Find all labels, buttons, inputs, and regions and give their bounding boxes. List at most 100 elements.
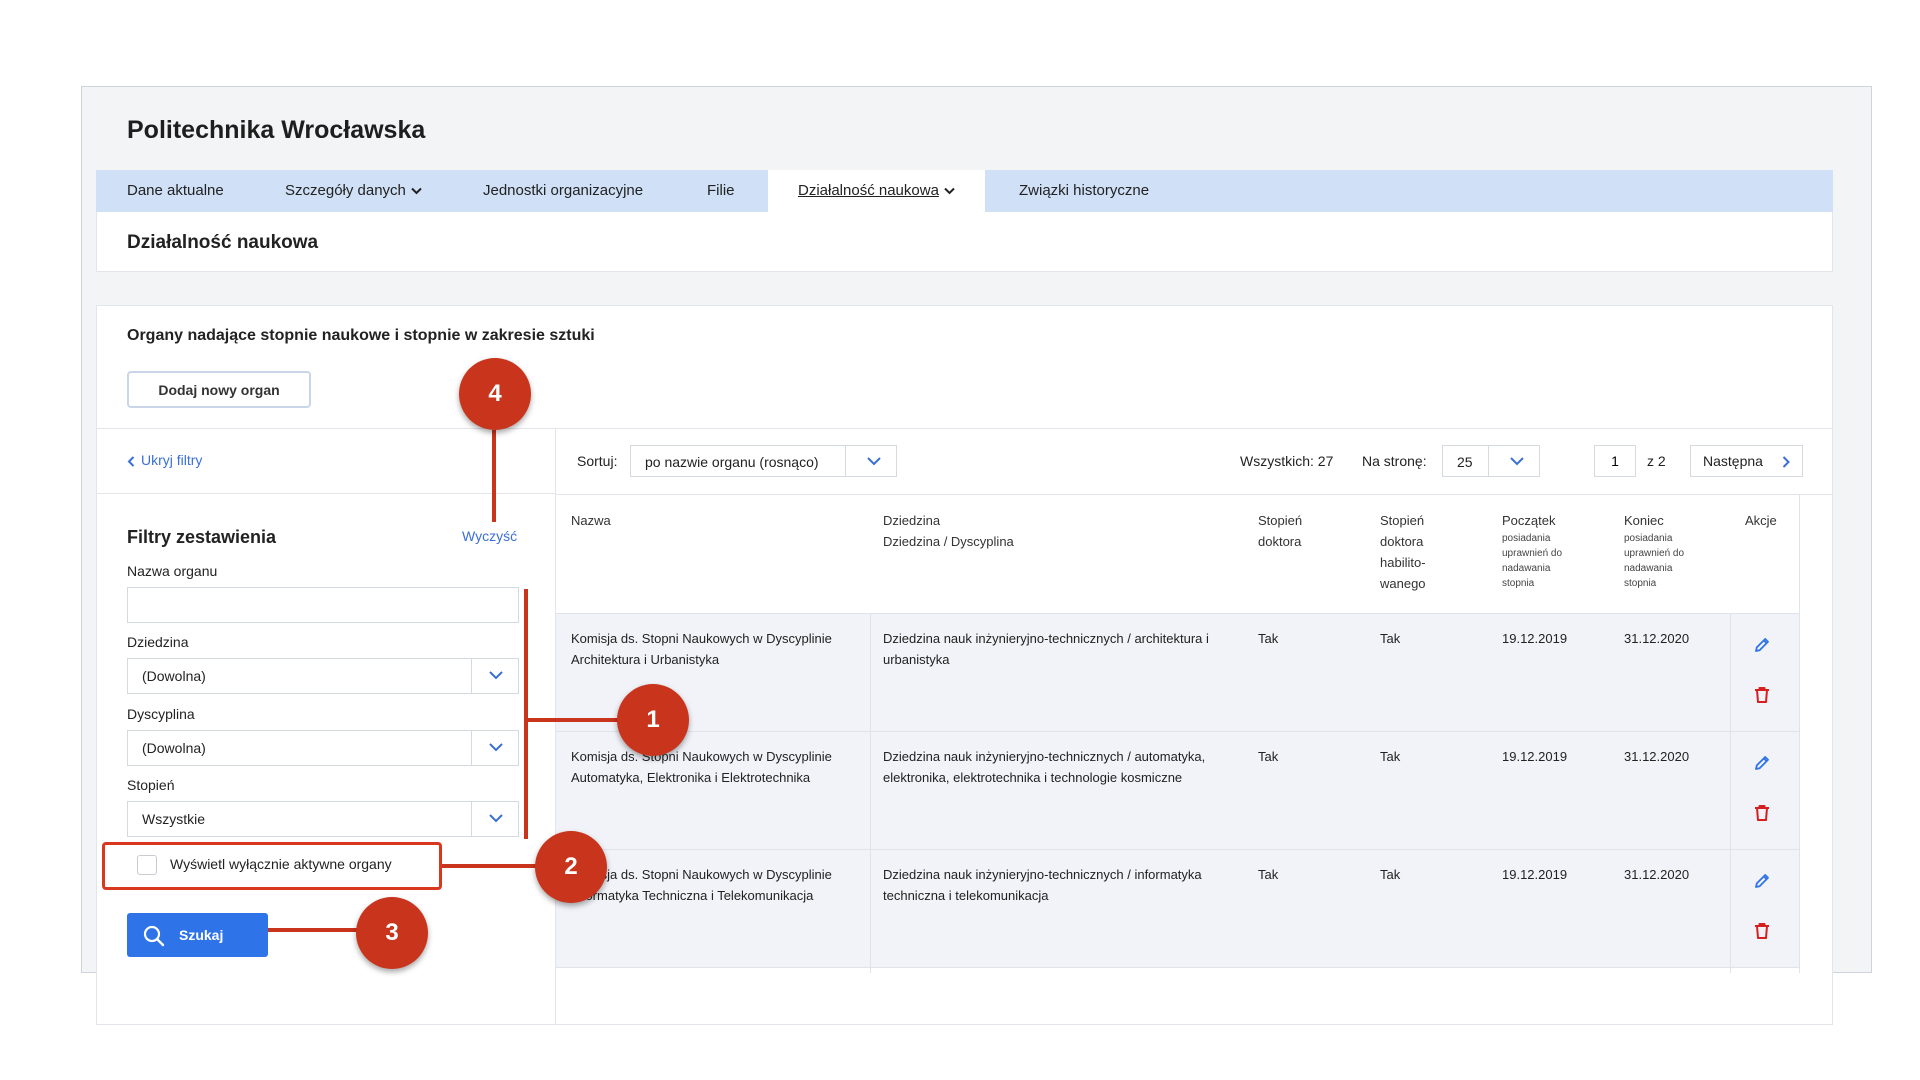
chevron-right-icon <box>1782 456 1790 468</box>
cell-end: 31.12.2020 <box>1624 867 1690 882</box>
hide-filters-link[interactable]: Ukryj filtry <box>127 452 202 468</box>
tab-zwiazki-historyczne[interactable]: Związki historyczne <box>1019 170 1149 212</box>
domain-select-value: (Dowolna) <box>142 668 206 684</box>
organ-name-input[interactable] <box>127 587 519 623</box>
delete-icon[interactable] <box>1753 804 1771 822</box>
degree-select[interactable]: Wszystkie <box>127 801 519 837</box>
chevron-down-icon <box>489 743 503 752</box>
divider <box>97 428 1832 429</box>
cell-end: 31.12.2020 <box>1624 631 1690 646</box>
chevron-down-icon <box>489 671 503 680</box>
delete-icon[interactable] <box>1753 922 1771 940</box>
per-page-label: Na stronę: <box>1362 453 1427 469</box>
cell-habil: Tak <box>1380 631 1401 646</box>
callout-3: 3 <box>356 897 428 969</box>
chevron-down-icon <box>867 457 881 466</box>
chevron-down-icon <box>489 814 503 823</box>
hide-filters-label: Ukryj filtry <box>141 452 203 468</box>
next-page-label: Następna <box>1703 453 1763 469</box>
column-header-start-label: Początek <box>1502 513 1556 528</box>
cell-habil: Tak <box>1380 867 1401 882</box>
search-button[interactable]: Szukaj <box>127 913 268 957</box>
section-header <box>96 212 1833 272</box>
page-of-label: z 2 <box>1647 453 1666 469</box>
cell-doctor: Tak <box>1258 631 1279 646</box>
chevron-down-icon <box>1510 457 1524 466</box>
edit-icon[interactable] <box>1753 636 1771 654</box>
per-page-select[interactable]: 25 <box>1442 445 1540 477</box>
search-icon <box>143 925 165 947</box>
domain-label: Dziedzina <box>127 634 189 650</box>
discipline-select[interactable]: (Dowolna) <box>127 730 519 766</box>
cell-name: Komisja ds. Stopni Naukowych w Dyscyplin… <box>571 749 832 785</box>
next-page-button[interactable]: Następna <box>1690 445 1803 477</box>
tab-label: Działalność naukowa <box>798 182 939 199</box>
degree-label: Stopień <box>127 777 175 793</box>
sort-select-value: po nazwie organu (rosnąco) <box>645 454 819 470</box>
chevron-left-icon <box>127 456 135 467</box>
divider <box>97 493 555 494</box>
callout-connector <box>492 430 496 522</box>
tab-label: Szczegóły danych <box>285 182 406 199</box>
cell-name: Komisja ds. Stopni Naukowych w Dyscyplin… <box>571 631 832 667</box>
cell-doctor: Tak <box>1258 749 1279 764</box>
divider <box>1799 494 1800 973</box>
column-header-actions: Akcje <box>1745 513 1777 528</box>
discipline-select-value: (Dowolna) <box>142 740 206 756</box>
cell-start: 19.12.2019 <box>1502 749 1568 764</box>
callout-1: 1 <box>617 684 689 756</box>
callout-connector <box>442 864 542 868</box>
cell-domain: Dziedzina nauk inżynieryjno-technicznych… <box>883 867 1202 903</box>
tab-dzialalnosc-naukowa[interactable]: Działalność naukowa <box>768 170 985 212</box>
delete-icon[interactable] <box>1753 686 1771 704</box>
app-title: Politechnika Wrocławska <box>127 116 426 144</box>
tab-label: Filie <box>707 182 735 199</box>
tab-label: Związki historyczne <box>1019 182 1150 199</box>
per-page-value: 25 <box>1457 454 1473 470</box>
sort-select[interactable]: po nazwie organu (rosnąco) <box>630 445 897 477</box>
organs-heading: Organy nadające stopnie naukowe i stopni… <box>127 327 595 344</box>
cell-domain: Dziedzina nauk inżynieryjno-technicznych… <box>883 631 1209 667</box>
add-organ-button[interactable]: Dodaj nowy organ <box>127 371 311 408</box>
column-header-end-label: Koniec <box>1624 513 1664 528</box>
domain-select[interactable]: (Dowolna) <box>127 658 519 694</box>
cell-domain: Dziedzina nauk inżynieryjno-technicznych… <box>883 749 1206 785</box>
clear-filters-link[interactable]: Wyczyść <box>462 528 517 544</box>
chevron-down-icon <box>944 187 955 195</box>
column-header-start: Początek posiadania uprawnień do nadawani… <box>1502 510 1580 591</box>
column-header-domain: Dziedzina Dziedzina / Dyscyplina <box>883 510 1014 552</box>
sort-label: Sortuj: <box>577 453 618 469</box>
callout-2: 2 <box>535 831 607 903</box>
tab-label: Jednostki organizacyjne <box>483 182 644 199</box>
column-header-end: Koniec posiadania uprawnień do nadawania … <box>1624 510 1702 591</box>
search-button-label: Szukaj <box>179 927 224 943</box>
tab-jednostki-organizacyjne[interactable]: Jednostki organizacyjne <box>483 170 643 212</box>
callout-bracket <box>524 589 528 839</box>
tab-label: Dane aktualne <box>127 182 224 199</box>
cell-name: Komisja ds. Stopni Naukowych w Dyscyplin… <box>571 867 832 903</box>
column-header-doctor: Stopień doktora <box>1258 513 1303 549</box>
column-header-habil: Stopień doktora habilito-wanego <box>1380 513 1426 591</box>
discipline-label: Dyscyplina <box>127 706 195 722</box>
divider <box>870 613 871 973</box>
cell-habil: Tak <box>1380 749 1401 764</box>
column-header-domain-label: Dziedzina <box>883 513 941 528</box>
cell-start: 19.12.2019 <box>1502 867 1568 882</box>
edit-icon[interactable] <box>1753 872 1771 890</box>
active-only-label[interactable]: Wyświetl wyłącznie aktywne organy <box>170 856 392 872</box>
callout-4: 4 <box>459 358 531 430</box>
total-count: Wszystkich: 27 <box>1240 453 1334 469</box>
tab-szczegoly-danych[interactable]: Szczegóły danych <box>285 170 422 212</box>
active-only-checkbox[interactable] <box>137 855 157 875</box>
callout-connector <box>268 928 362 932</box>
column-header-name: Nazwa <box>571 513 611 528</box>
page-number-input[interactable] <box>1594 445 1636 477</box>
section-title: Działalność naukowa <box>127 232 319 253</box>
tab-filie[interactable]: Filie <box>707 170 735 212</box>
column-header-domain-sub: Dziedzina / Dyscyplina <box>883 534 1014 549</box>
tab-dane-aktualne[interactable]: Dane aktualne <box>127 170 224 212</box>
degree-select-value: Wszystkie <box>142 811 205 827</box>
cell-start: 19.12.2019 <box>1502 631 1568 646</box>
filters-title: Filtry zestawienia <box>127 527 277 547</box>
edit-icon[interactable] <box>1753 754 1771 772</box>
